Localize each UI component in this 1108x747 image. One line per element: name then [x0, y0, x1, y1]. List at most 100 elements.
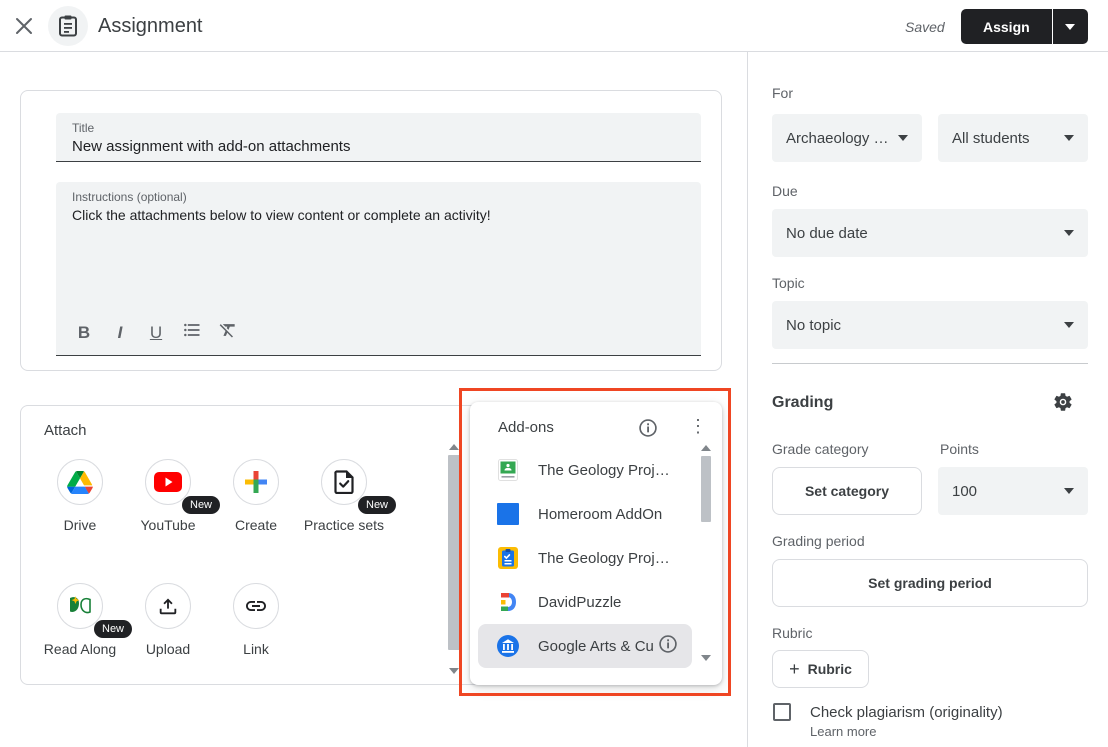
attach-create-button[interactable]: [233, 459, 279, 505]
grade-category-label: Grade category: [772, 441, 869, 457]
due-date-select[interactable]: No due date: [772, 209, 1088, 257]
read-along-icon: [67, 594, 93, 618]
attach-youtube-label: YouTube: [123, 515, 213, 535]
assign-split-button: Assign: [961, 9, 1088, 44]
addons-scrollbar-thumb[interactable]: [701, 456, 711, 522]
link-icon: [244, 594, 268, 618]
title-field-value: New assignment with add-on attachments: [72, 138, 685, 155]
addon-label: The Geology Proj…: [538, 550, 668, 567]
attach-practice-sets-label: Practice sets: [299, 515, 389, 535]
scroll-up-icon: [701, 445, 711, 451]
due-label: Due: [772, 183, 798, 199]
addon-label: Homeroom AddOn: [538, 506, 662, 523]
clear-formatting-icon: [218, 320, 238, 340]
underline-button[interactable]: U: [144, 323, 168, 343]
points-select[interactable]: 100: [938, 467, 1088, 515]
bulleted-list-icon: [182, 320, 202, 340]
students-select-value: All students: [952, 130, 1056, 147]
attach-link-label: Link: [211, 639, 301, 659]
chevron-down-icon: [1065, 24, 1075, 30]
title-field-label: Title: [72, 121, 685, 135]
points-label: Points: [940, 441, 979, 457]
arts-culture-addon-icon: [496, 634, 520, 658]
class-select-value: Archaeology …: [786, 130, 890, 147]
plagiarism-checkbox[interactable]: [773, 703, 791, 721]
saved-status: Saved: [905, 19, 945, 35]
info-icon: [658, 634, 678, 654]
practice-sets-new-badge: New: [358, 496, 396, 514]
addon-info-button[interactable]: [658, 634, 678, 659]
assign-button[interactable]: Assign: [961, 9, 1053, 44]
read-along-new-badge: New: [94, 620, 132, 638]
format-toolbar: B I U: [72, 320, 240, 345]
addons-more-button[interactable]: ⋮: [689, 416, 707, 437]
practice-sets-icon: [333, 470, 355, 494]
chevron-down-icon: [1064, 135, 1074, 141]
add-rubric-label: Rubric: [808, 661, 852, 677]
attach-upload-button[interactable]: [145, 583, 191, 629]
homeroom-addon-icon: [496, 502, 520, 526]
attach-drive-label: Drive: [35, 515, 125, 535]
section-divider: [772, 363, 1088, 364]
students-select[interactable]: All students: [938, 114, 1088, 162]
topic-select[interactable]: No topic: [772, 301, 1088, 349]
assign-dropdown-button[interactable]: [1053, 9, 1088, 44]
grading-period-label: Grading period: [772, 533, 865, 549]
bulleted-list-button[interactable]: [180, 320, 204, 345]
info-icon: [638, 418, 658, 438]
add-rubric-button[interactable]: + Rubric: [772, 650, 869, 688]
addon-item-davidpuzzle[interactable]: DavidPuzzle: [478, 580, 692, 624]
youtube-new-badge: New: [182, 496, 220, 514]
addon-label: The Geology Proj…: [538, 462, 668, 479]
assignment-clipboard-icon: [58, 15, 78, 37]
scroll-down-icon: [701, 655, 711, 661]
addons-scrollbar[interactable]: [700, 442, 713, 667]
chevron-down-icon: [1064, 488, 1074, 494]
set-grading-period-button[interactable]: Set grading period: [772, 559, 1088, 607]
attach-scrollbar[interactable]: [447, 442, 461, 678]
assignment-form-card: Title New assignment with add-on attachm…: [20, 90, 722, 371]
close-button[interactable]: [14, 16, 34, 36]
title-field[interactable]: Title New assignment with add-on attachm…: [56, 113, 701, 162]
topic-select-value: No topic: [786, 317, 1056, 334]
topbar: Assignment Saved Assign: [0, 0, 1108, 52]
page-title: Assignment: [98, 15, 203, 38]
sidebar-divider: [747, 52, 748, 747]
drive-icon: [67, 471, 93, 494]
addons-info-button[interactable]: [638, 418, 658, 443]
set-category-button[interactable]: Set category: [772, 467, 922, 515]
classroom-addon-icon: [496, 458, 520, 482]
grading-settings-button[interactable]: [1052, 391, 1074, 418]
attach-label: Attach: [44, 422, 87, 439]
addon-item-geology-1[interactable]: The Geology Proj…: [478, 448, 692, 492]
rubric-label: Rubric: [772, 625, 812, 641]
attach-upload-label: Upload: [123, 639, 213, 659]
attach-scrollbar-thumb[interactable]: [448, 455, 460, 650]
class-select[interactable]: Archaeology …: [772, 114, 922, 162]
plagiarism-label: Check plagiarism (originality): [810, 704, 1003, 721]
attach-link-button[interactable]: [233, 583, 279, 629]
addon-item-geology-2[interactable]: The Geology Proj…: [478, 536, 692, 580]
topic-label: Topic: [772, 275, 805, 291]
italic-button[interactable]: I: [108, 323, 132, 343]
assignment-type-icon-circle: [48, 6, 88, 46]
clipboard-addon-icon: [496, 546, 520, 570]
chevron-down-icon: [898, 135, 908, 141]
instructions-field[interactable]: Instructions (optional) Click the attach…: [56, 182, 701, 356]
addon-item-arts-culture[interactable]: Google Arts & Cu: [478, 624, 692, 668]
upload-icon: [157, 595, 179, 617]
learn-more-link[interactable]: Learn more: [810, 724, 876, 739]
instructions-field-value: Click the attachments below to view cont…: [72, 207, 685, 223]
youtube-icon: [154, 472, 182, 492]
addons-title: Add-ons: [498, 419, 554, 436]
addon-label: DavidPuzzle: [538, 594, 621, 611]
bold-button[interactable]: B: [72, 323, 96, 343]
clear-formatting-button[interactable]: [216, 320, 240, 345]
davidpuzzle-addon-icon: [496, 590, 520, 614]
scroll-down-icon: [449, 668, 459, 674]
attach-drive-button[interactable]: [57, 459, 103, 505]
plus-icon: +: [789, 659, 800, 680]
addon-item-homeroom[interactable]: Homeroom AddOn: [478, 492, 692, 536]
attach-read-along-label: Read Along: [35, 639, 125, 659]
scroll-up-icon: [449, 444, 459, 450]
